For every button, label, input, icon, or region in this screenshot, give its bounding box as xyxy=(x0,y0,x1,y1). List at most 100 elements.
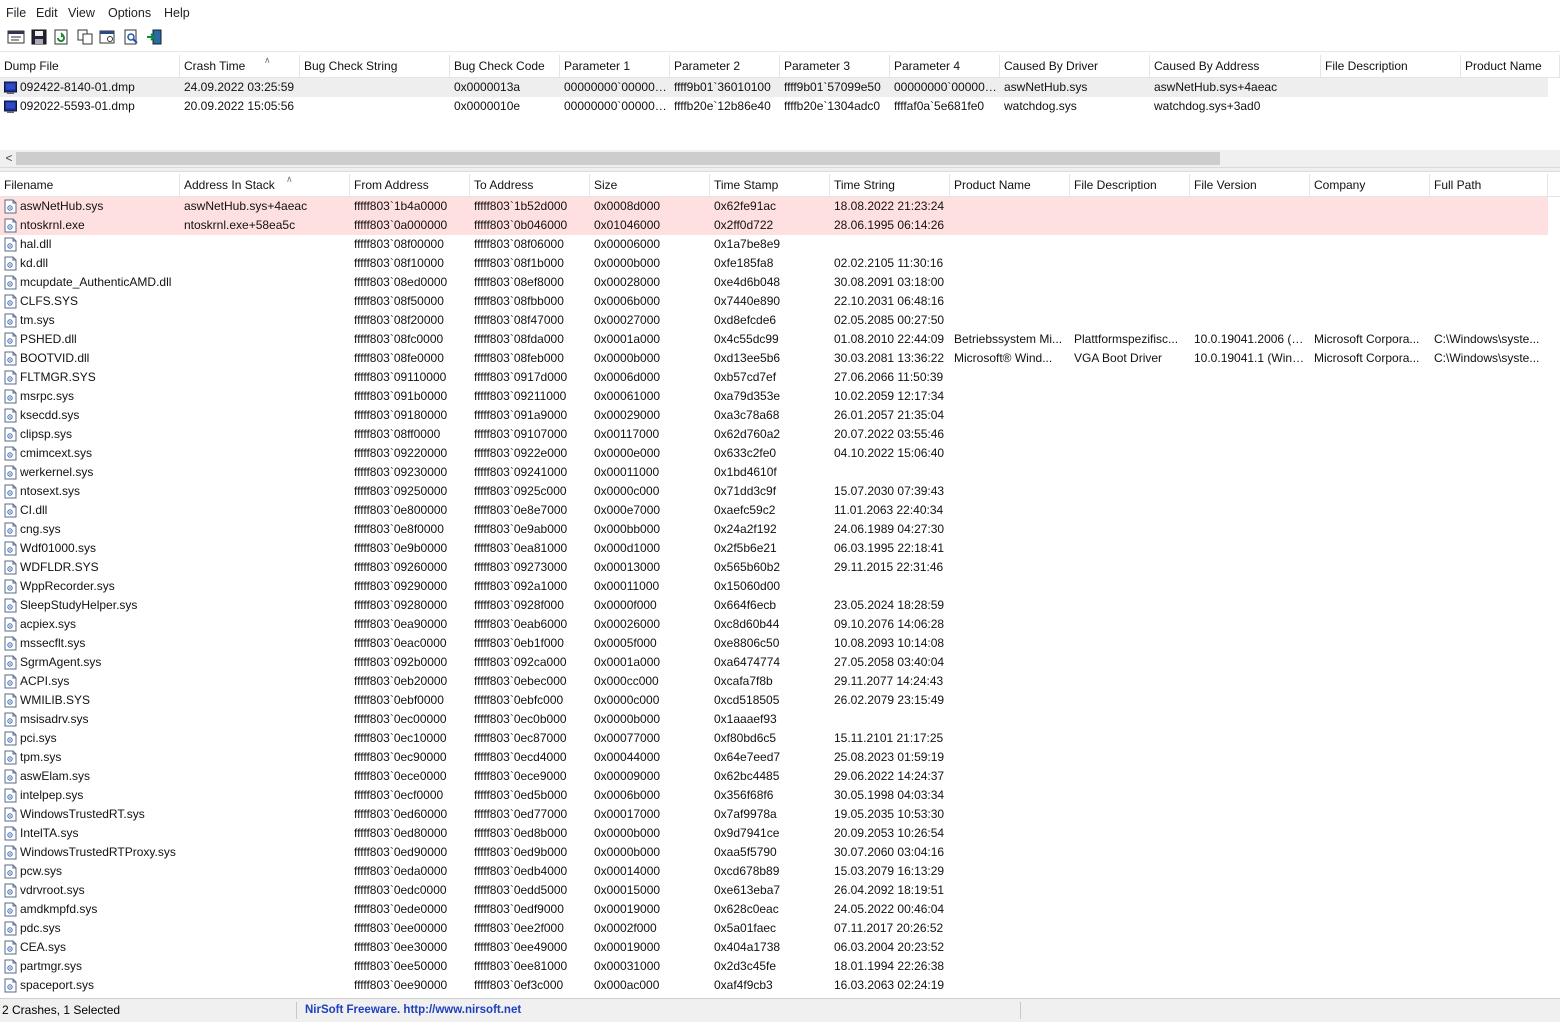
cell-time-string: 02.05.2085 00:27:50 xyxy=(834,313,945,327)
module-row[interactable]: clipsp.sys fffff803`08ff0000 fffff803`0910… xyxy=(0,425,1548,444)
column-header-time-string[interactable]: Time String xyxy=(830,174,950,196)
cell-address-in-stack xyxy=(180,786,350,805)
column-header-dump-file[interactable]: Dump File xyxy=(0,55,180,77)
menu-view[interactable]: View xyxy=(68,6,95,20)
scrollbar-thumb[interactable] xyxy=(16,152,1220,165)
column-header-file-description[interactable]: File Description xyxy=(1070,174,1190,196)
cell-filename: pci.sys xyxy=(20,731,57,745)
properties-button[interactable] xyxy=(7,28,25,46)
module-row[interactable]: WMILIB.SYS fffff803`0ebf0000 fffff803`0ebf… xyxy=(0,691,1548,710)
horizontal-scrollbar[interactable]: < xyxy=(0,150,1560,167)
module-row[interactable]: mssecflt.sys fffff803`0eac0000 fffff803`0e… xyxy=(0,634,1548,653)
cell-address-in-stack xyxy=(180,672,350,691)
column-header-file-version[interactable]: File Version xyxy=(1190,174,1310,196)
column-header-address-in-stack[interactable]: Address In Stack xyxy=(180,174,350,196)
save-button[interactable] xyxy=(30,28,48,46)
module-row[interactable]: ACPI.sys fffff803`0eb20000 fffff803`0ebec0… xyxy=(0,672,1548,691)
column-header-parameter-4[interactable]: Parameter 4 xyxy=(890,55,1000,77)
advanced-options-button[interactable] xyxy=(98,28,116,46)
column-header-parameter-2[interactable]: Parameter 2 xyxy=(670,55,780,77)
module-row[interactable]: CLFS.SYS fffff803`08f50000 fffff803`08fbb0… xyxy=(0,292,1548,311)
module-row[interactable]: WindowsTrustedRT.sys fffff803`0ed60000 fff… xyxy=(0,805,1548,824)
module-row[interactable]: acpiex.sys fffff803`0ea90000 fffff803`0eab… xyxy=(0,615,1548,634)
module-row[interactable]: WindowsTrustedRTProxy.sys fffff803`0ed900… xyxy=(0,843,1548,862)
column-header-product-name[interactable]: Product Name xyxy=(1461,55,1560,77)
column-header-to-address[interactable]: To Address xyxy=(470,174,590,196)
cell-file-description xyxy=(1070,501,1190,520)
module-row[interactable]: WDFLDR.SYS fffff803`09260000 fffff803`0927… xyxy=(0,558,1548,577)
module-row[interactable]: SgrmAgent.sys fffff803`092b0000 fffff803`0… xyxy=(0,653,1548,672)
column-header-time-stamp[interactable]: Time Stamp xyxy=(710,174,830,196)
column-header-from-address[interactable]: From Address xyxy=(350,174,470,196)
cell-time-stamp: 0x1bd4610f xyxy=(714,465,777,479)
module-row[interactable]: werkernel.sys fffff803`09230000 fffff803`0… xyxy=(0,463,1548,482)
module-row[interactable]: msrpc.sys fffff803`091b0000 fffff803`09211… xyxy=(0,387,1548,406)
module-row[interactable]: pci.sys fffff803`0ec10000 fffff803`0ec8700… xyxy=(0,729,1548,748)
exit-button[interactable] xyxy=(145,28,163,46)
module-row[interactable]: SleepStudyHelper.sys fffff803`09280000 fff… xyxy=(0,596,1548,615)
module-row[interactable]: IntelTA.sys fffff803`0ed80000 fffff803`0ed… xyxy=(0,824,1548,843)
cell-parameter-2: ffff9b01`36010100 xyxy=(674,80,771,94)
module-row[interactable]: PSHED.dll fffff803`08fc0000 fffff803`08fda… xyxy=(0,330,1548,349)
column-header-caused-by-address[interactable]: Caused By Address xyxy=(1150,55,1321,77)
module-row[interactable]: pcw.sys fffff803`0eda0000 fffff803`0edb400… xyxy=(0,862,1548,881)
scroll-left-arrow[interactable]: < xyxy=(2,150,16,167)
module-row[interactable]: vdrvroot.sys fffff803`0edc0000 fffff803`0e… xyxy=(0,881,1548,900)
cell-filename: PSHED.dll xyxy=(20,332,77,346)
module-row[interactable]: aswElam.sys fffff803`0ece0000 fffff803`0ec… xyxy=(0,767,1548,786)
module-row[interactable]: CEA.sys fffff803`0ee30000 fffff803`0ee4900… xyxy=(0,938,1548,957)
module-row[interactable]: BOOTVID.dll fffff803`08fe0000 fffff803`08f… xyxy=(0,349,1548,368)
module-row[interactable]: ksecdd.sys fffff803`09180000 fffff803`091a… xyxy=(0,406,1548,425)
module-row[interactable]: ntoskrnl.exe ntoskrnl.exe+58ea5c fffff803`… xyxy=(0,216,1548,235)
column-header-parameter-3[interactable]: Parameter 3 xyxy=(780,55,890,77)
menu-edit[interactable]: Edit xyxy=(36,6,58,20)
module-row[interactable]: tm.sys fffff803`08f20000 fffff803`08f47000… xyxy=(0,311,1548,330)
module-row[interactable]: mcupdate_AuthenticAMD.dll fffff803`08ed00… xyxy=(0,273,1548,292)
module-row[interactable]: tpm.sys fffff803`0ec90000 fffff803`0ecd400… xyxy=(0,748,1548,767)
column-header-filename[interactable]: Filename xyxy=(0,174,180,196)
column-header-full-path[interactable]: Full Path xyxy=(1430,174,1548,196)
module-row[interactable]: aswNetHub.sys aswNetHub.sys+4aeac fffff803… xyxy=(0,197,1548,216)
cell-product-name xyxy=(950,482,1070,501)
cell-address-in-stack xyxy=(180,653,350,672)
module-row[interactable]: msisadrv.sys fffff803`0ec00000 fffff803`0e… xyxy=(0,710,1548,729)
module-row[interactable]: spaceport.sys fffff803`0ee90000 fffff803`0… xyxy=(0,976,1548,995)
module-row[interactable]: intelpep.sys fffff803`0ecf0000 fffff803`0e… xyxy=(0,786,1548,805)
module-row[interactable]: WppRecorder.sys fffff803`09290000 fffff803… xyxy=(0,577,1548,596)
menu-help[interactable]: Help xyxy=(164,6,190,20)
cell-product-name xyxy=(950,273,1070,292)
module-row[interactable]: amdkmpfd.sys fffff803`0ede0000 fffff803`0e… xyxy=(0,900,1548,919)
column-header-company[interactable]: Company xyxy=(1310,174,1430,196)
module-row[interactable]: ntosext.sys fffff803`09250000 fffff803`092… xyxy=(0,482,1548,501)
module-row[interactable]: cmimcext.sys fffff803`09220000 fffff803`09… xyxy=(0,444,1548,463)
copy-button[interactable] xyxy=(76,28,94,46)
module-row[interactable]: partmgr.sys fffff803`0ee50000 fffff803`0ee… xyxy=(0,957,1548,976)
module-row[interactable]: CI.dll fffff803`0e800000 fffff803`0e8e7000… xyxy=(0,501,1548,520)
module-row[interactable]: FLTMGR.SYS fffff803`09110000 fffff803`0917… xyxy=(0,368,1548,387)
column-header-parameter-1[interactable]: Parameter 1 xyxy=(560,55,670,77)
column-header-product-name[interactable]: Product Name xyxy=(950,174,1070,196)
crash-row[interactable]: 092422-8140-01.dmp 24.09.2022 03:25:59 0x0… xyxy=(0,78,1548,97)
refresh-button[interactable] xyxy=(52,28,70,46)
column-header-bug-check-string[interactable]: Bug Check String xyxy=(300,55,450,77)
cell-file-version: 10.0.19041.1 (WinB... xyxy=(1194,351,1310,365)
column-header-file-description[interactable]: File Description xyxy=(1321,55,1461,77)
nirsoft-link[interactable]: NirSoft Freeware. http://www.nirsoft.net xyxy=(305,999,521,1022)
cell-address-in-stack xyxy=(180,292,350,311)
cell-time-string: 30.05.1998 04:03:34 xyxy=(834,788,945,802)
pane-splitter[interactable] xyxy=(0,167,1560,172)
module-row[interactable]: hal.dll fffff803`08f00000 fffff803`08f0600… xyxy=(0,235,1548,254)
crash-row[interactable]: 092022-5593-01.dmp 20.09.2022 15:05:56 0x0… xyxy=(0,97,1548,116)
module-row[interactable]: Wdf01000.sys fffff803`0e9b0000 fffff803`0e… xyxy=(0,539,1548,558)
module-row[interactable]: cng.sys fffff803`0e8f0000 fffff803`0e9ab00… xyxy=(0,520,1548,539)
module-row[interactable]: kd.dll fffff803`08f10000 fffff803`08f1b000… xyxy=(0,254,1548,273)
column-header-bug-check-code[interactable]: Bug Check Code xyxy=(450,55,560,77)
module-row[interactable]: pdc.sys fffff803`0ee00000 fffff803`0ee2f00… xyxy=(0,919,1548,938)
find-button[interactable] xyxy=(122,28,140,46)
column-header-size[interactable]: Size xyxy=(590,174,710,196)
cell-time-string: 20.07.2022 03:55:46 xyxy=(834,427,945,441)
menu-options[interactable]: Options xyxy=(108,6,151,20)
menu-file[interactable]: File xyxy=(6,6,26,20)
column-header-caused-by-driver[interactable]: Caused By Driver xyxy=(1000,55,1150,77)
column-header-crash-time[interactable]: Crash Time xyxy=(180,55,300,77)
